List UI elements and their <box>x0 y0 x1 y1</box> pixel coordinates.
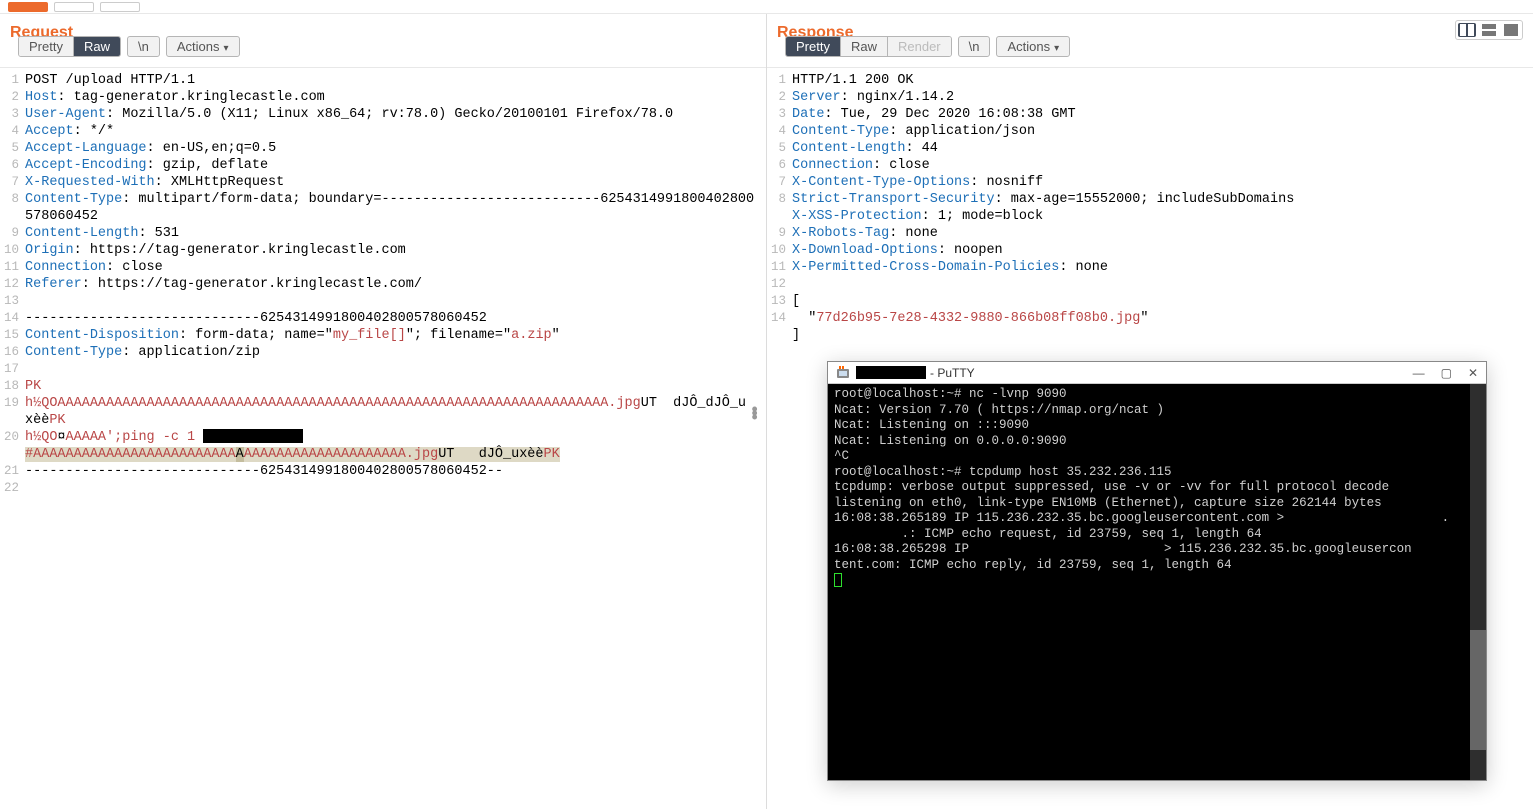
putty-title-suffix: - PuTTY <box>930 366 975 380</box>
response-tab-pretty[interactable]: Pretty <box>786 37 841 56</box>
maximize-icon[interactable]: ▢ <box>1441 366 1452 380</box>
terminal-cursor <box>834 573 842 587</box>
putty-window[interactable]: - PuTTY — ▢ ✕ root@localhost:~# nc -lvnp… <box>827 361 1487 781</box>
layout-switcher[interactable] <box>1455 20 1523 40</box>
response-tab-render[interactable]: Render <box>888 37 951 56</box>
putty-scrollbar[interactable] <box>1470 384 1486 780</box>
gray-button-1[interactable] <box>54 2 94 12</box>
putty-scrollbar-thumb[interactable] <box>1470 630 1486 750</box>
request-pane: Request Pretty Raw \n Actions 12345678 9… <box>0 14 767 809</box>
layout-columns-icon[interactable] <box>1458 23 1476 37</box>
request-tab-pretty[interactable]: Pretty <box>19 37 74 56</box>
request-tab-raw[interactable]: Raw <box>74 37 120 56</box>
request-editor[interactable]: 12345678 910111213141516171819 20 2122 P… <box>0 68 766 809</box>
redacted-host <box>856 366 926 379</box>
kebab-icon[interactable]: ••• <box>749 408 760 420</box>
response-pane: Response Pretty Raw Render \n <box>767 14 1533 809</box>
putty-icon <box>836 366 850 380</box>
putty-titlebar[interactable]: - PuTTY — ▢ ✕ <box>828 362 1486 384</box>
response-newline-button[interactable]: \n <box>958 36 991 57</box>
layout-rows-icon[interactable] <box>1480 23 1498 37</box>
gray-button-2[interactable] <box>100 2 140 12</box>
response-tab-raw[interactable]: Raw <box>841 37 888 56</box>
request-newline-button[interactable]: \n <box>127 36 160 57</box>
orange-button[interactable] <box>8 2 48 12</box>
putty-terminal[interactable]: root@localhost:~# nc -lvnp 9090Ncat: Ver… <box>828 384 1486 780</box>
top-toolbar <box>0 0 1533 14</box>
layout-single-icon[interactable] <box>1502 23 1520 37</box>
request-actions-button[interactable]: Actions <box>166 36 240 57</box>
minimize-icon[interactable]: — <box>1413 366 1425 380</box>
close-icon[interactable]: ✕ <box>1468 366 1478 380</box>
response-actions-button[interactable]: Actions <box>996 36 1070 57</box>
